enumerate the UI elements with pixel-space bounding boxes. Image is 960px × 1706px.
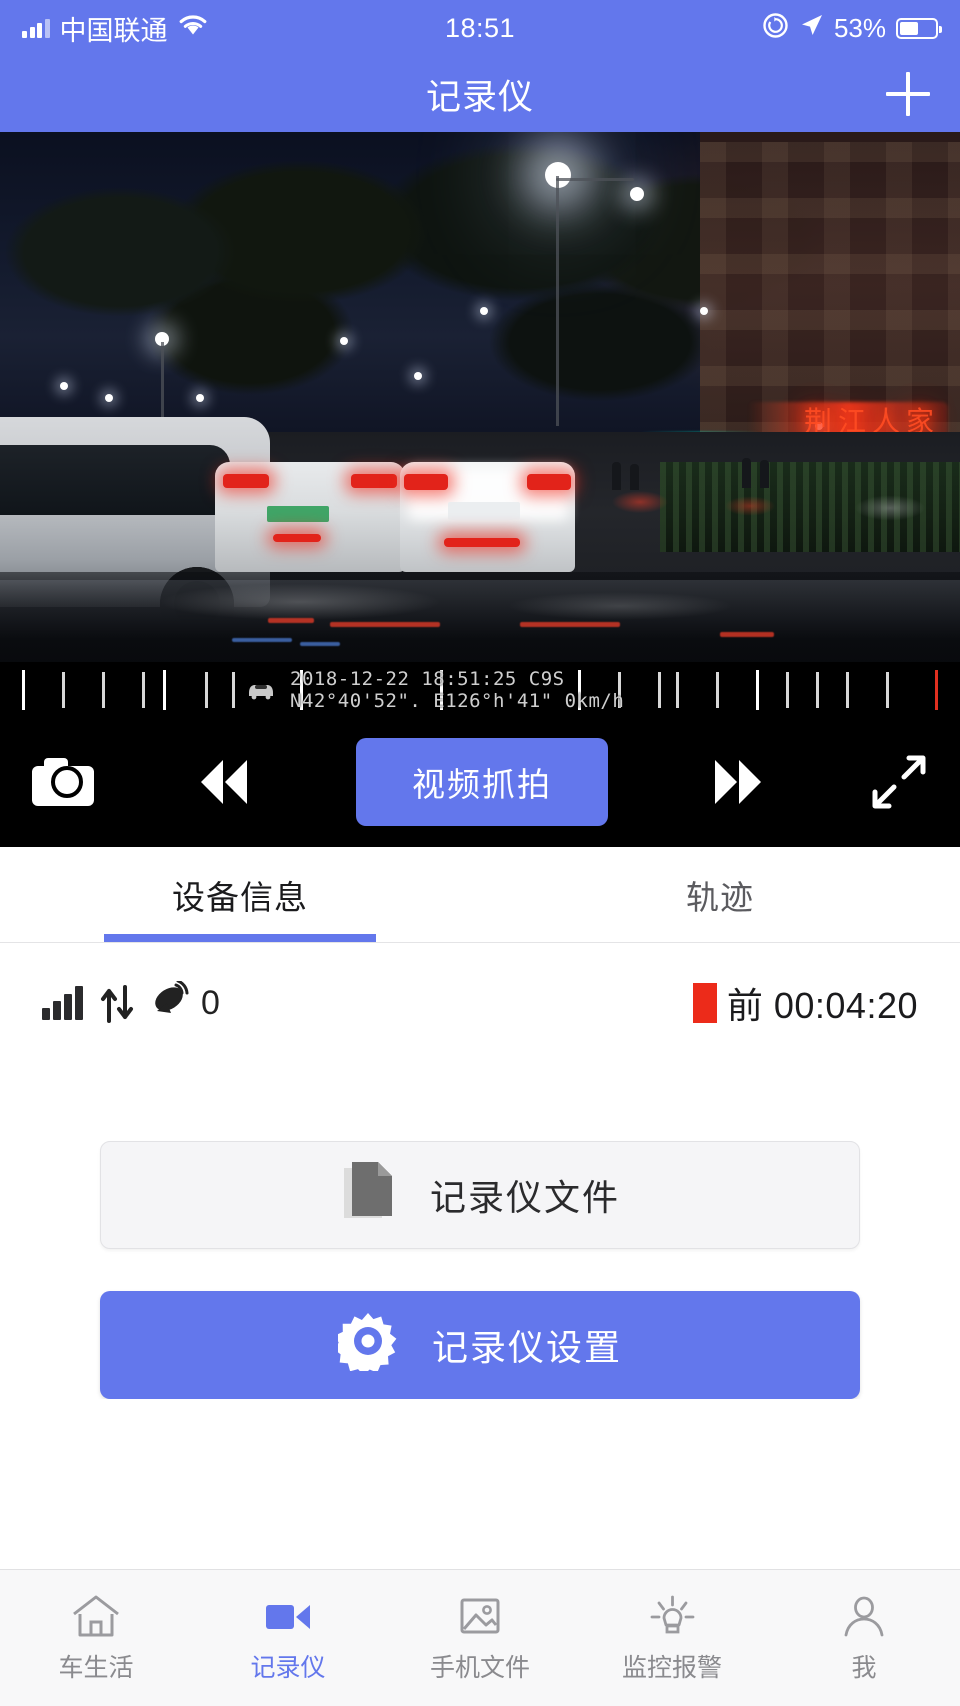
video-snapshot-button[interactable]: 视频抓拍 [356,738,608,826]
video-camera-icon [262,1593,314,1639]
status-bar-right: 53% [515,12,943,44]
tab-device-info[interactable]: 设备信息 [0,847,480,942]
signal-bars-icon [22,18,50,38]
up-down-arrows-icon [97,983,137,1023]
bottom-tab-monitor-alarm[interactable]: 监控报警 [576,1593,768,1684]
rewind-icon [201,760,223,804]
bottom-tab-dashcam-label: 记录仪 [250,1653,326,1682]
app-root: 中国联通 18:51 53% 记录仪 荆江人家 2018-12-22 18:51… [0,0,960,1706]
live-video-preview[interactable]: 荆江人家 2018-12-22 18:51:25 C9S N42°40'52".… [0,132,960,717]
bottom-tab-monitor-alarm-label: 监控报警 [621,1653,722,1682]
camera-icon [32,758,94,806]
bottom-tab-phone-files[interactable]: 手机文件 [384,1593,576,1684]
car-icon [246,680,276,700]
carrier-label: 中国联通 [59,15,168,46]
recording-status: 前 00:04:20 [692,977,918,1029]
status-bar-clock: 18:51 [444,12,516,43]
action-buttons: 记录仪文件 记录仪设置 [0,1063,960,1399]
fast-forward-icon [715,760,737,804]
capture-photo-button[interactable] [32,758,94,806]
add-device-button[interactable] [886,72,930,116]
bottom-tab-profile[interactable]: 我 [768,1593,960,1684]
home-icon [70,1593,122,1639]
status-bar-left: 中国联通 [22,9,445,48]
fullscreen-button[interactable] [870,753,928,811]
bottom-tab-dashcam[interactable]: 记录仪 [192,1593,384,1684]
location-arrow-icon [799,13,824,43]
tab-track-label: 轨迹 [686,878,754,916]
satellite-dish-icon [151,979,197,1026]
dashcam-files-button[interactable]: 记录仪文件 [100,1141,860,1249]
video-timeline-ruler[interactable]: 2018-12-22 18:51:25 C9S N42°40'52". E126… [0,662,960,717]
expand-icon [870,753,928,811]
satellite-count-label: 0 [201,983,220,1022]
osd-timestamp-line: 2018-12-22 18:51:25 C9S [290,668,565,690]
bottom-tab-phone-files-label: 手机文件 [429,1653,530,1682]
signal-bars-icon [42,986,83,1020]
satellite-status: 0 [151,979,220,1026]
osd-gps-line: N42°40'52". E126°h'41" 0km/h [290,690,625,712]
device-status-row: 0 前 00:04:20 [0,943,960,1063]
video-osd-overlay: 2018-12-22 18:51:25 C9S N42°40'52". E126… [290,668,624,712]
rotation-lock-icon [762,12,789,44]
document-icon [340,1160,396,1231]
recording-time-label: 前 00:04:20 [726,985,918,1026]
status-bar: 中国联通 18:51 53% [0,0,960,56]
photo-icon [454,1593,506,1639]
dashcam-settings-button[interactable]: 记录仪设置 [100,1291,860,1399]
page-title: 记录仪 [425,77,534,117]
bottom-tab-car-life[interactable]: 车生活 [0,1593,192,1684]
nav-bar: 记录仪 [0,56,960,132]
dashcam-settings-label: 记录仪设置 [431,1327,622,1368]
bottom-tab-car-life-label: 车生活 [58,1653,134,1682]
tab-track[interactable]: 轨迹 [480,847,960,942]
content-spacer [0,1399,960,1569]
section-tabs: 设备信息 轨迹 [0,847,960,943]
wifi-icon [178,14,208,42]
video-scene: 荆江人家 [0,132,960,717]
video-control-bar: 视频抓拍 [0,717,960,847]
tab-device-info-label: 设备信息 [172,878,308,916]
battery-icon [896,17,943,39]
bottom-tab-profile-label: 我 [851,1653,877,1682]
lightbulb-icon [646,1593,698,1639]
battery-percent-label: 53% [833,12,887,43]
bottom-tab-bar: 车生活 记录仪 手机文件 监控报警 我 [0,1569,960,1706]
device-status-left: 0 [42,979,220,1026]
fast-forward-button[interactable] [711,760,767,804]
person-icon [838,1593,890,1639]
gear-icon [333,1311,398,1380]
record-square-icon [692,983,717,1023]
rewind-button[interactable] [197,760,253,804]
dashcam-files-label: 记录仪文件 [429,1177,620,1218]
